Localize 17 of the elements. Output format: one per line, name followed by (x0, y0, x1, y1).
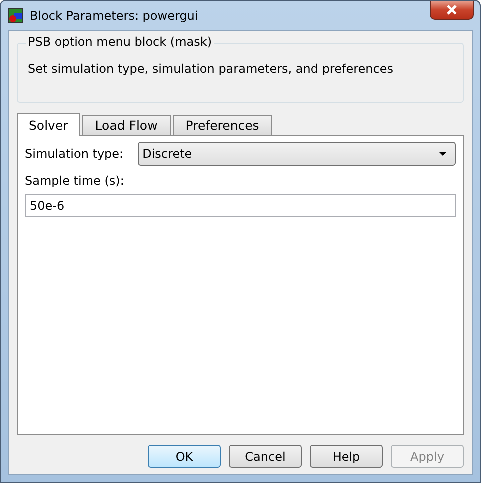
window-title: Block Parameters: powergui (30, 8, 198, 22)
input-field[interactable]: 50e-6 (25, 194, 456, 217)
tab[interactable]: Preferences (172, 115, 272, 135)
close-button[interactable] (430, 1, 474, 20)
dialog-button[interactable]: Help (310, 445, 383, 468)
caret-icon (439, 152, 447, 156)
dropdown[interactable]: Discrete (138, 142, 456, 166)
field-label: Simulation type: (25, 147, 124, 161)
dialog-button[interactable]: OK (148, 445, 221, 468)
dialog-button[interactable]: Cancel (229, 445, 302, 468)
block-icon (8, 8, 24, 24)
tab[interactable]: Load Flow (82, 115, 171, 135)
close-icon (446, 5, 458, 15)
description-text: Set simulation type, simulation parameters, and preferences (28, 62, 394, 76)
tab[interactable]: Solver (17, 113, 80, 136)
field-label: Sample time (s): (25, 174, 126, 188)
group-title: PSB option menu block (mask) (26, 35, 214, 49)
